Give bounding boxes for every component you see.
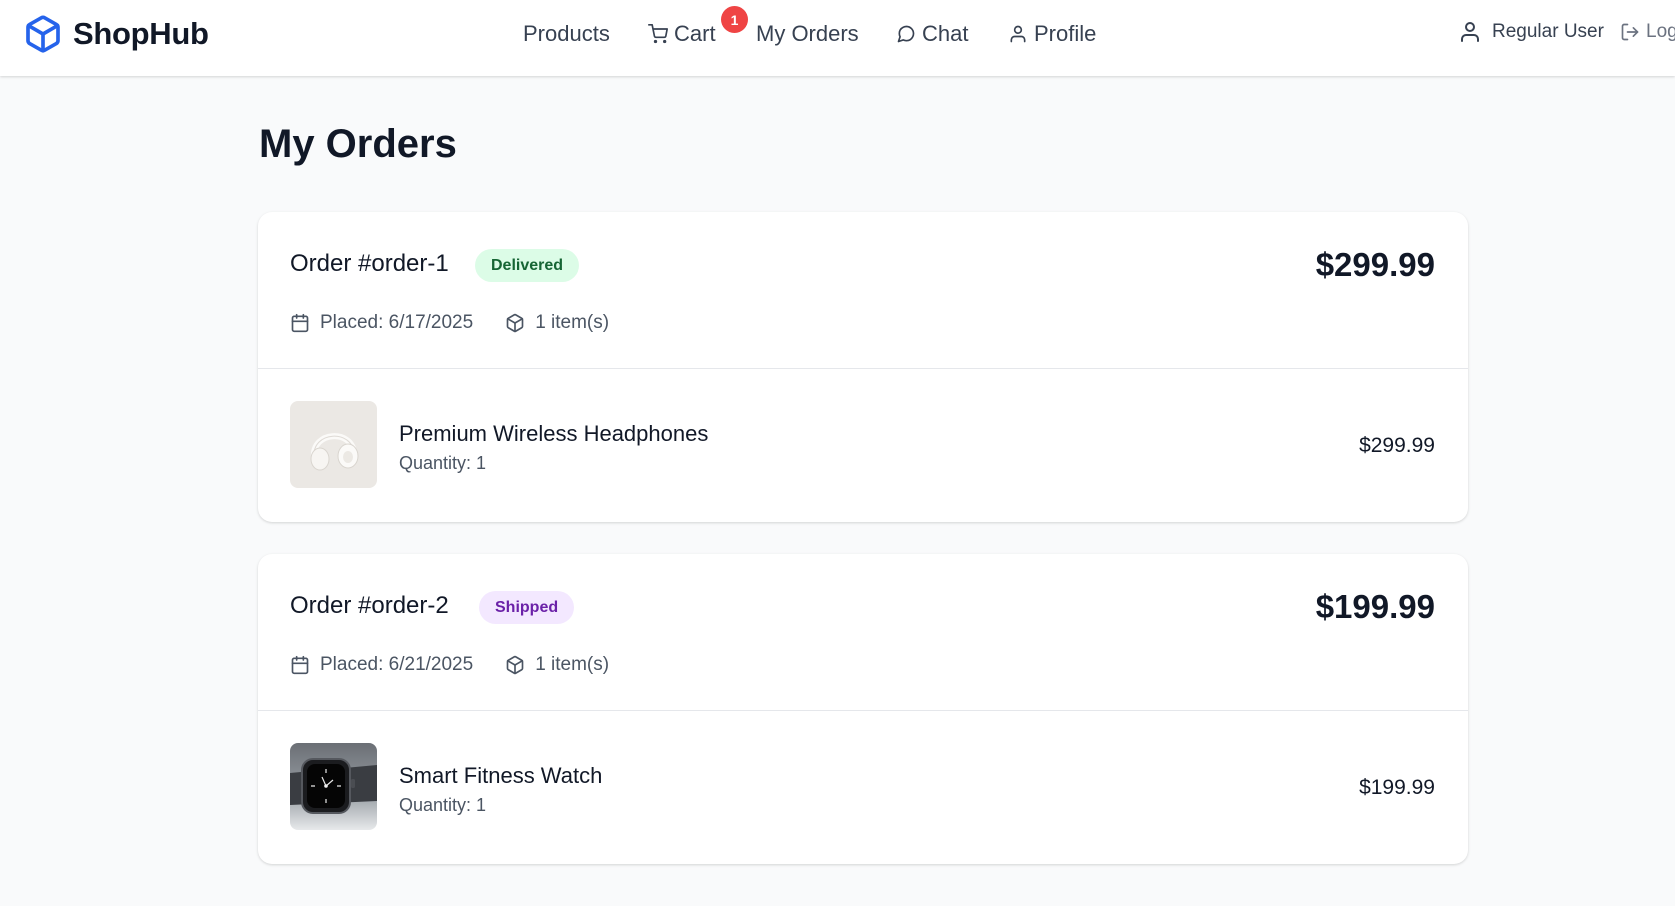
product-quantity: Quantity: 1 xyxy=(399,453,487,473)
package-cube-icon xyxy=(26,15,60,53)
product-name: Smart Fitness Watch xyxy=(399,763,603,788)
nav-products-label: Products xyxy=(523,21,610,46)
logout-button[interactable]: Logout xyxy=(1620,21,1675,43)
order-card: Order #order-1 Delivered $299.99 Placed:… xyxy=(258,212,1468,522)
nav-chat-label: Chat xyxy=(922,21,969,46)
brand-name: ShopHub xyxy=(73,16,209,51)
order-placed-date: Placed: 6/21/2025 xyxy=(290,654,473,676)
shopping-cart-icon xyxy=(648,24,668,44)
nav-profile-label: Profile xyxy=(1034,21,1097,46)
item-count-text: 1 item(s) xyxy=(535,312,610,333)
product-price: $199.99 xyxy=(1359,776,1435,799)
nav-cart[interactable]: Cart xyxy=(648,20,716,48)
placed-date-text: Placed: 6/17/2025 xyxy=(320,312,474,333)
order-card: Order #order-2 Shipped $199.99 Placed: 6… xyxy=(258,554,1468,864)
message-circle-icon xyxy=(897,25,915,43)
order-line-item: Premium Wireless Headphones Quantity: 1 … xyxy=(258,369,1468,521)
calendar-icon xyxy=(291,313,309,333)
order-id: Order #order-2 xyxy=(290,592,449,619)
order-placed-date: Placed: 6/17/2025 xyxy=(290,312,473,334)
order-item-count: 1 item(s) xyxy=(505,312,609,334)
product-price: $299.99 xyxy=(1359,434,1435,457)
item-count-text: 1 item(s) xyxy=(535,654,610,675)
package-icon xyxy=(506,313,524,333)
order-total: $199.99 xyxy=(1315,588,1435,625)
product-thumbnail-headphones xyxy=(290,401,377,488)
status-badge: Delivered xyxy=(475,249,580,282)
product-name: Premium Wireless Headphones xyxy=(399,421,709,446)
order-meta: Placed: 6/17/2025 1 item(s) xyxy=(290,312,641,334)
placed-date-text: Placed: 6/21/2025 xyxy=(320,654,474,675)
order-id: Order #order-1 xyxy=(290,250,449,277)
status-badge: Shipped xyxy=(479,591,575,624)
nav-profile[interactable]: Profile xyxy=(1008,20,1096,48)
top-navbar: ShopHub Products Cart 1 My Orders Chat P… xyxy=(0,0,1675,76)
current-user: Regular User xyxy=(1458,20,1604,44)
product-quantity: Quantity: 1 xyxy=(399,795,487,815)
calendar-icon xyxy=(291,655,309,675)
product-thumbnail-smartwatch xyxy=(290,743,377,830)
cart-count-badge: 1 xyxy=(721,6,748,33)
nav-cart-label: Cart xyxy=(674,21,716,46)
page-title: My Orders xyxy=(259,122,457,166)
nav-my-orders[interactable]: My Orders xyxy=(756,20,859,48)
user-icon xyxy=(1010,25,1026,43)
brand[interactable]: ShopHub xyxy=(23,13,209,55)
order-line-item: Smart Fitness Watch Quantity: 1 $199.99 xyxy=(258,711,1468,863)
order-header: Order #order-2 Shipped $199.99 Placed: 6… xyxy=(258,554,1468,711)
package-icon xyxy=(506,655,524,675)
order-header: Order #order-1 Delivered $299.99 Placed:… xyxy=(258,212,1468,369)
user-name: Regular User xyxy=(1492,21,1604,42)
order-item-count: 1 item(s) xyxy=(505,654,609,676)
logout-label: Logout xyxy=(1646,21,1675,42)
order-total: $299.99 xyxy=(1315,246,1435,283)
nav-my-orders-label: My Orders xyxy=(756,21,859,46)
log-out-icon xyxy=(1621,23,1639,41)
order-meta: Placed: 6/21/2025 1 item(s) xyxy=(290,654,641,676)
nav-chat[interactable]: Chat xyxy=(896,20,968,48)
user-icon xyxy=(1461,22,1479,42)
nav-products[interactable]: Products xyxy=(523,20,610,48)
